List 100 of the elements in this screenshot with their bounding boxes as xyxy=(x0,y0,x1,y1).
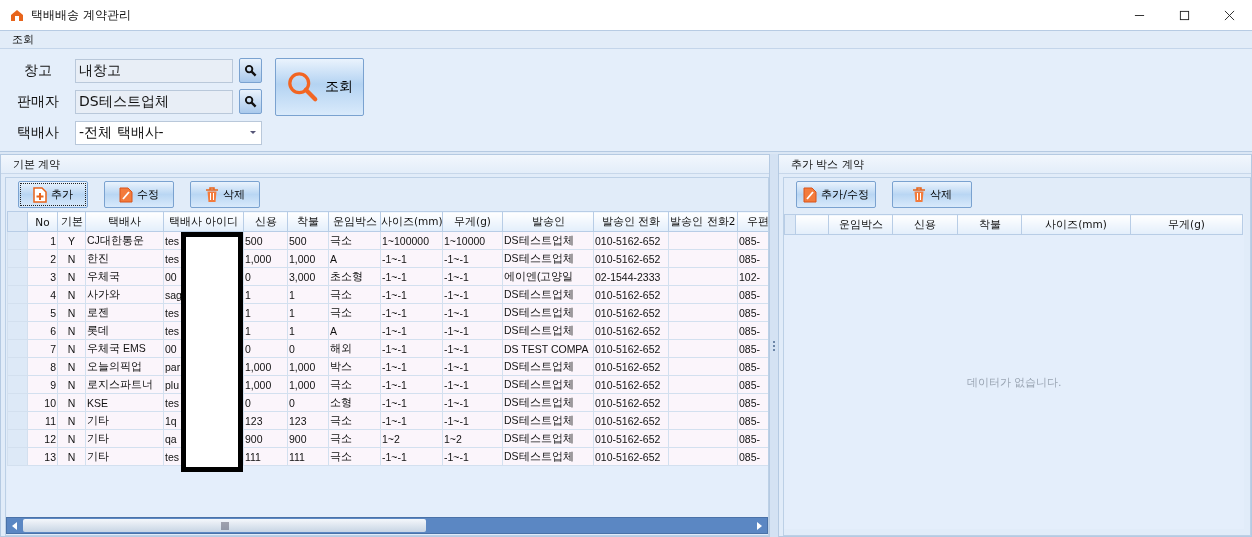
table-cell: N xyxy=(67,450,76,463)
toolbar-button[interactable]: 수정 xyxy=(104,181,174,208)
table-cell: 010-5162-652 xyxy=(595,288,661,301)
table-cell: 085- xyxy=(739,234,760,247)
empty-message: 데이터가 없습니다. xyxy=(966,374,1062,390)
table-cell: tes xyxy=(165,234,179,247)
table-cell: -1~-1 xyxy=(382,324,407,337)
table-cell: 010-5162-652 xyxy=(595,396,661,409)
table-cell: 010-5162-652 xyxy=(595,252,661,265)
column-header[interactable]: 사이즈(mm) xyxy=(1021,214,1131,235)
column-header[interactable]: 발송인 전화 xyxy=(593,211,669,232)
table-cell: 010-5162-652 xyxy=(595,324,661,337)
add-document-icon xyxy=(33,186,47,203)
close-icon[interactable] xyxy=(1224,9,1235,21)
search-button[interactable] xyxy=(239,58,262,83)
column-header[interactable]: 신용 xyxy=(892,214,958,235)
input-field[interactable]: DS테스트업체 xyxy=(75,89,233,114)
table-cell: 로지스파트너 xyxy=(87,377,153,390)
table-cell: 02-1544-2333 xyxy=(595,270,661,283)
field-label: 판매자 xyxy=(15,92,60,111)
table-cell: 085- xyxy=(739,432,760,445)
search-icon xyxy=(286,71,319,103)
table-cell: DS테스트업체 xyxy=(504,413,574,426)
toolbar-button[interactable]: 삭제 xyxy=(892,181,972,208)
table-cell: 010-5162-652 xyxy=(595,360,661,373)
table-cell: DS TEST COMPA xyxy=(504,342,589,355)
toolbar-button[interactable]: 추가 xyxy=(18,181,88,208)
table-cell: 12 xyxy=(44,432,56,445)
toolbar-button[interactable]: 추가/수정 xyxy=(796,181,876,208)
table-cell: 롯데 xyxy=(87,323,109,336)
table-cell: 2 xyxy=(50,252,56,265)
search-button[interactable] xyxy=(239,89,262,114)
splitter-handle[interactable] xyxy=(770,154,778,537)
table-cell: 1,000 xyxy=(289,378,316,391)
column-header[interactable]: 택배사 xyxy=(85,211,164,232)
field-label: 창고 xyxy=(22,61,53,80)
table-cell: 1 xyxy=(289,288,295,301)
table-cell: -1~-1 xyxy=(444,288,469,301)
column-header[interactable]: 착불 xyxy=(287,211,329,232)
table-cell: 1~2 xyxy=(444,432,462,445)
column-header[interactable]: 운임박스 xyxy=(328,211,381,232)
table-cell: -1~-1 xyxy=(444,396,469,409)
table-cell: DS테스트업체 xyxy=(504,449,574,462)
table-cell: DS테스트업체 xyxy=(504,305,574,318)
table-cell: 5 xyxy=(50,306,56,319)
table-cell: -1~-1 xyxy=(444,450,469,463)
table-cell: 900 xyxy=(245,432,263,445)
search-button[interactable]: 조회 xyxy=(275,58,364,116)
table-cell: 3 xyxy=(50,270,56,283)
column-header[interactable]: 우편 xyxy=(737,211,768,232)
table-cell: 010-5162-652 xyxy=(595,432,661,445)
table-cell: 극소 xyxy=(330,377,352,390)
table-cell: -1~-1 xyxy=(382,342,407,355)
column-header[interactable]: 무게(g) xyxy=(442,211,503,232)
table-cell: N xyxy=(67,288,76,301)
table-cell: 500 xyxy=(289,234,307,247)
table-cell: -1~-1 xyxy=(382,252,407,265)
window-title: 택배배송 계약관리 xyxy=(31,6,131,24)
table-cell: 사가와 xyxy=(87,287,120,300)
menu-item[interactable]: 조회 xyxy=(12,32,34,47)
table-cell: 1,000 xyxy=(245,360,272,373)
column-header[interactable]: 착불 xyxy=(957,214,1022,235)
table-cell: DS테스트업체 xyxy=(504,323,574,336)
column-header[interactable]: 무게(g) xyxy=(1130,214,1243,235)
horizontal-scrollbar[interactable] xyxy=(6,517,768,534)
table-cell: 우체국 xyxy=(87,269,120,282)
column-header[interactable]: 사이즈(mm) xyxy=(380,211,443,232)
dropdown[interactable]: -전체 택배사- xyxy=(75,120,262,145)
table-cell: 7 xyxy=(50,342,56,355)
table-cell: 박스 xyxy=(330,359,352,372)
table-cell: 1,000 xyxy=(289,360,316,373)
table-cell: 극소 xyxy=(330,431,352,444)
table-cell: N xyxy=(67,324,76,337)
scroll-right-icon[interactable] xyxy=(756,521,762,530)
table-cell: 010-5162-652 xyxy=(595,450,661,463)
table-cell: KSE xyxy=(87,396,108,409)
trash-icon xyxy=(205,186,219,203)
column-header[interactable]: 신용 xyxy=(243,211,288,232)
table-cell: 085- xyxy=(739,450,760,463)
grip-icon[interactable] xyxy=(220,521,229,530)
table-cell: DS테스트업체 xyxy=(504,395,574,408)
search-icon xyxy=(244,95,257,108)
table-cell: 085- xyxy=(739,306,760,319)
toolbar-button[interactable]: 삭제 xyxy=(190,181,260,208)
table-cell: -1~-1 xyxy=(444,360,469,373)
input-field[interactable]: 내창고 xyxy=(75,58,233,83)
maximize-icon[interactable] xyxy=(1179,9,1190,21)
column-header[interactable]: 발송인 xyxy=(502,211,594,232)
table-cell: 오늘의픽업 xyxy=(87,359,142,372)
scroll-left-icon[interactable] xyxy=(12,521,18,530)
table-cell: N xyxy=(67,360,76,373)
edit-document-icon xyxy=(803,186,818,203)
table-cell: -1~-1 xyxy=(444,414,469,427)
column-header[interactable]: 택배사 아이디 xyxy=(163,211,244,232)
column-header[interactable]: 운임박스 xyxy=(828,214,893,235)
search-icon xyxy=(244,64,257,77)
column-header[interactable]: 발송인 전화2 xyxy=(668,211,738,232)
column-header[interactable]: 기본 xyxy=(57,211,86,232)
table-cell: tes xyxy=(165,252,179,265)
column-header[interactable]: No xyxy=(27,211,58,232)
